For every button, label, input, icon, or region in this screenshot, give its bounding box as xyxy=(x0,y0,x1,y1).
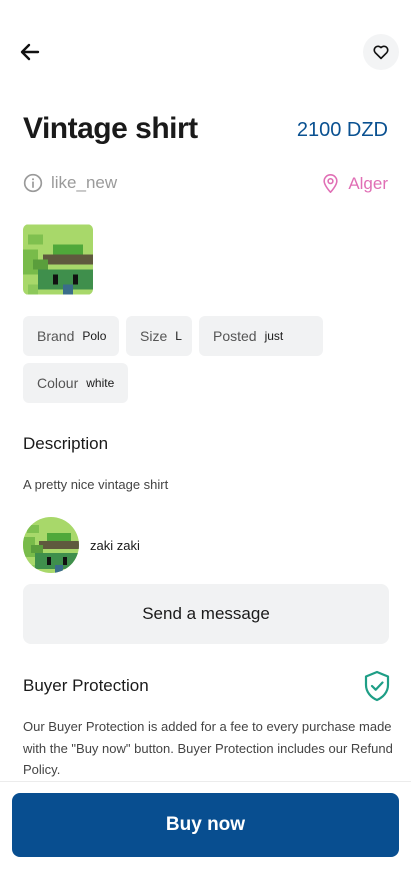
attribute-key: Brand xyxy=(37,328,75,344)
location-label: Alger xyxy=(348,173,388,193)
shield-check-icon xyxy=(364,670,390,702)
send-message-button[interactable]: Send a message xyxy=(23,584,389,644)
product-image[interactable] xyxy=(23,224,93,295)
buyer-protection-heading: Buyer Protection xyxy=(23,676,149,695)
buyer-protection-text: Our Buyer Protection is added for a fee … xyxy=(23,719,393,777)
info-circle-icon xyxy=(23,173,43,193)
attribute-value: Polo xyxy=(82,329,107,343)
product-title: Vintage shirt xyxy=(23,112,198,145)
condition: like_new xyxy=(23,173,117,193)
arrow-left-icon xyxy=(20,43,40,61)
heart-outline-icon xyxy=(373,45,389,60)
buy-now-button[interactable]: Buy now xyxy=(12,793,399,857)
attribute-value: white xyxy=(86,376,115,390)
map-pin-icon xyxy=(323,174,338,193)
attribute-key: Posted xyxy=(213,328,257,344)
product-price: 2100 DZD xyxy=(296,119,388,141)
seller-name[interactable]: zaki zaki xyxy=(90,538,140,553)
attribute-brand: Brand Polo xyxy=(23,316,119,356)
attribute-key: Size xyxy=(140,328,168,344)
location: Alger xyxy=(321,173,388,194)
attribute-colour: Colour white xyxy=(23,363,128,403)
attribute-value: just xyxy=(264,329,284,343)
attribute-size: Size L xyxy=(126,316,192,356)
back-button[interactable] xyxy=(14,36,46,68)
attribute-value: L xyxy=(175,329,182,343)
condition-label: like_new xyxy=(51,173,118,192)
description-heading: Description xyxy=(23,434,109,453)
favorite-button[interactable] xyxy=(363,34,399,70)
avatar[interactable] xyxy=(23,517,79,573)
description-text: A pretty nice vintage shirt xyxy=(23,477,169,492)
attribute-key: Colour xyxy=(37,375,79,391)
attribute-posted: Posted just xyxy=(199,316,323,356)
